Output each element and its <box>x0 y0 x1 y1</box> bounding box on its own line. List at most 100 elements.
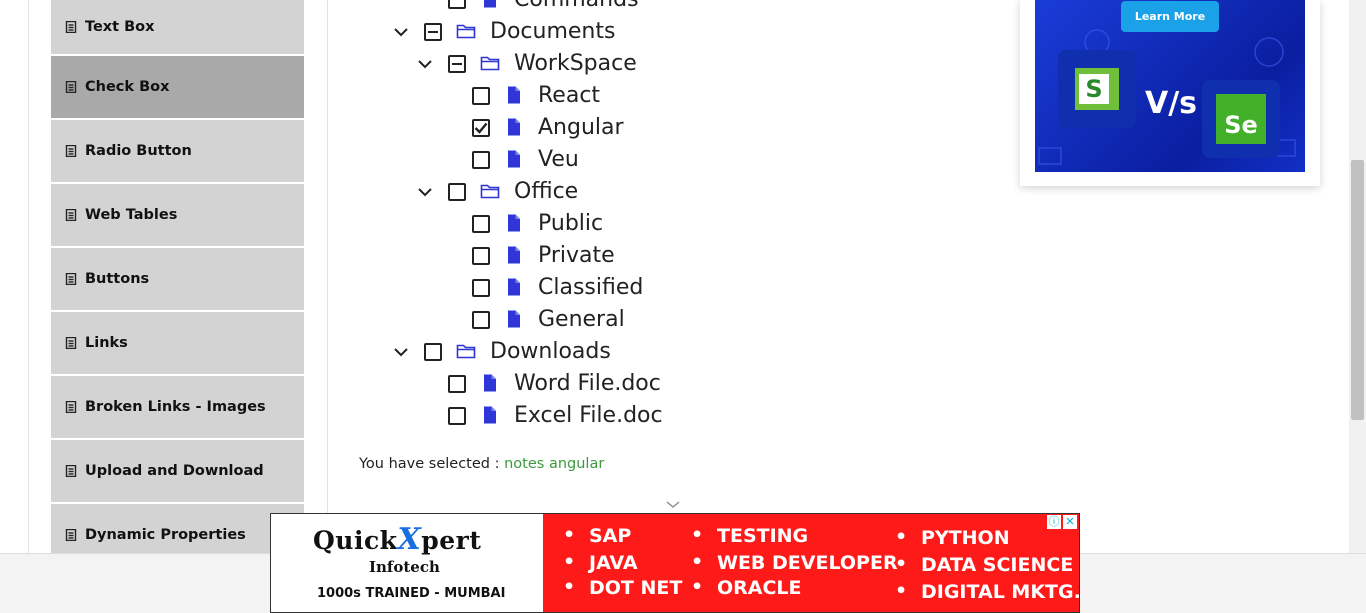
page: Text Box Check Box Radio Button Web Tabl… <box>0 0 1366 613</box>
file-icon <box>508 214 520 232</box>
tree-checkbox[interactable] <box>472 247 490 265</box>
ad-controls: ⓘ ✕ <box>1047 515 1077 529</box>
page-scrollbar[interactable] <box>1349 0 1366 553</box>
tree-checkbox[interactable] <box>448 183 466 201</box>
sidebar-item-label: Dynamic Properties <box>85 527 246 543</box>
tree-node-label[interactable]: Excel File.doc <box>514 400 663 432</box>
ad-brand-foot: 1000s TRAINED - MUMBAI <box>317 586 506 601</box>
tree-node-downloads: Downloads <box>0 336 900 368</box>
folder-icon <box>456 344 476 359</box>
tree-node-react: React <box>0 80 900 112</box>
ad-logo-right: Se <box>1202 80 1280 158</box>
tree-checkbox[interactable] <box>472 87 490 105</box>
tree-node-public: Public <box>0 208 900 240</box>
tree-checkbox[interactable] <box>472 279 490 297</box>
tree-node-commands: Commands <box>0 0 900 16</box>
tree-node-classified: Classified <box>0 272 900 304</box>
chevron-down-icon[interactable] <box>417 184 433 200</box>
file-icon <box>508 150 520 168</box>
folder-icon <box>480 184 500 199</box>
ad-brand-sub: Infotech <box>369 558 440 576</box>
ad-brand-x: X <box>397 522 422 557</box>
chevron-down-icon[interactable] <box>393 24 409 40</box>
ad-course-panel: SAP JAVA DOT NET TESTING WEB DEVELOPER O… <box>543 514 1081 612</box>
tree-node-office: Office <box>0 176 900 208</box>
tree-checkbox[interactable] <box>448 375 466 393</box>
result-value: notes angular <box>504 456 605 472</box>
file-icon <box>508 118 520 136</box>
tree-checkbox[interactable] <box>472 311 490 329</box>
folder-icon <box>480 56 500 71</box>
tree-checkbox[interactable] <box>472 119 490 137</box>
selection-result: You have selected : notes angular <box>359 456 604 472</box>
document-icon <box>65 529 77 541</box>
ad-logo-left-text: S <box>1079 74 1109 104</box>
tree-node-label[interactable]: Classified <box>538 272 643 304</box>
tree-node-word-file-doc: Word File.doc <box>0 368 900 400</box>
chevron-down-icon[interactable] <box>417 56 433 72</box>
file-icon <box>508 246 520 264</box>
ad-course-item: TESTING <box>691 524 808 547</box>
ad-logo-left: S <box>1058 50 1136 128</box>
ad-course-item: SAP <box>563 524 632 547</box>
tree-node-label[interactable]: Office <box>514 176 578 208</box>
sidebar-item-label: Upload and Download <box>85 463 264 479</box>
tree-node-label[interactable]: Private <box>538 240 615 272</box>
ad-brand-quick: Quick <box>313 526 398 555</box>
tree-node-label[interactable]: WorkSpace <box>514 48 637 80</box>
tree-node-label[interactable]: Word File.doc <box>514 368 661 400</box>
tree-node-label[interactable]: Commands <box>514 0 639 16</box>
tree-node-label[interactable]: General <box>538 304 625 336</box>
tree-checkbox[interactable] <box>472 151 490 169</box>
tree-node-label[interactable]: Public <box>538 208 603 240</box>
folder-icon <box>456 24 476 39</box>
tree-checkbox[interactable] <box>448 55 466 73</box>
ad-banner-top[interactable]: Learn More S V/s Se <box>1020 0 1320 186</box>
ad-info-icon[interactable]: ⓘ <box>1047 515 1061 529</box>
tree-checkbox[interactable] <box>424 23 442 41</box>
chevron-down-icon[interactable] <box>665 500 681 510</box>
tree-node-label[interactable]: Downloads <box>490 336 611 368</box>
sidebar-item-upload-download[interactable]: Upload and Download <box>51 440 304 502</box>
ad-course-item: ORACLE <box>691 576 801 599</box>
ad-brand-pert: pert <box>421 526 482 555</box>
ad-banner-bottom[interactable]: QuickXpert Infotech 1000s TRAINED - MUMB… <box>270 513 1081 613</box>
file-icon <box>484 374 496 392</box>
tree-node-documents: Documents <box>0 16 900 48</box>
document-icon <box>65 465 77 477</box>
file-icon <box>508 310 520 328</box>
tree-node-veu: Veu <box>0 144 900 176</box>
ad-course-item: WEB DEVELOPER <box>691 551 898 574</box>
file-icon <box>508 86 520 104</box>
ad-course-item: DIGITAL MKTG. <box>895 580 1081 603</box>
tree-node-label[interactable]: React <box>538 80 600 112</box>
checkbox-tree: CommandsDocumentsWorkSpaceReactAngularVe… <box>0 0 1000 440</box>
tree-node-general: General <box>0 304 900 336</box>
tree-node-label[interactable]: Documents <box>490 16 615 48</box>
file-icon <box>484 0 496 8</box>
tree-checkbox[interactable] <box>472 215 490 233</box>
ad-course-item: DATA SCIENCE <box>895 553 1073 576</box>
result-prefix: You have selected : <box>359 456 500 472</box>
tree-node-label[interactable]: Angular <box>538 112 624 144</box>
learn-more-button[interactable]: Learn More <box>1121 1 1219 32</box>
tree-node-angular: Angular <box>0 112 900 144</box>
tree-node-workspace: WorkSpace <box>0 48 900 80</box>
ad-logo-right-text: Se <box>1216 94 1266 144</box>
tree-node-label[interactable]: Veu <box>538 144 579 176</box>
tree-checkbox[interactable] <box>448 0 466 9</box>
tree-node-private: Private <box>0 240 900 272</box>
tree-checkbox[interactable] <box>448 407 466 425</box>
ad-close-icon[interactable]: ✕ <box>1063 515 1077 529</box>
file-icon <box>508 278 520 296</box>
ad-course-item: PYTHON <box>895 526 1009 549</box>
tree-checkbox[interactable] <box>424 343 442 361</box>
ad-course-item: JAVA <box>563 551 637 574</box>
ad-creative: Learn More S V/s Se <box>1035 0 1305 172</box>
ad-brand-panel: QuickXpert Infotech 1000s TRAINED - MUMB… <box>271 514 543 612</box>
ad-brand-title: QuickXpert <box>313 522 481 557</box>
ad-course-item: DOT NET <box>563 576 682 599</box>
scrollbar-thumb[interactable] <box>1351 160 1364 420</box>
chevron-down-icon[interactable] <box>393 344 409 360</box>
tree-node-excel-file-doc: Excel File.doc <box>0 400 900 432</box>
